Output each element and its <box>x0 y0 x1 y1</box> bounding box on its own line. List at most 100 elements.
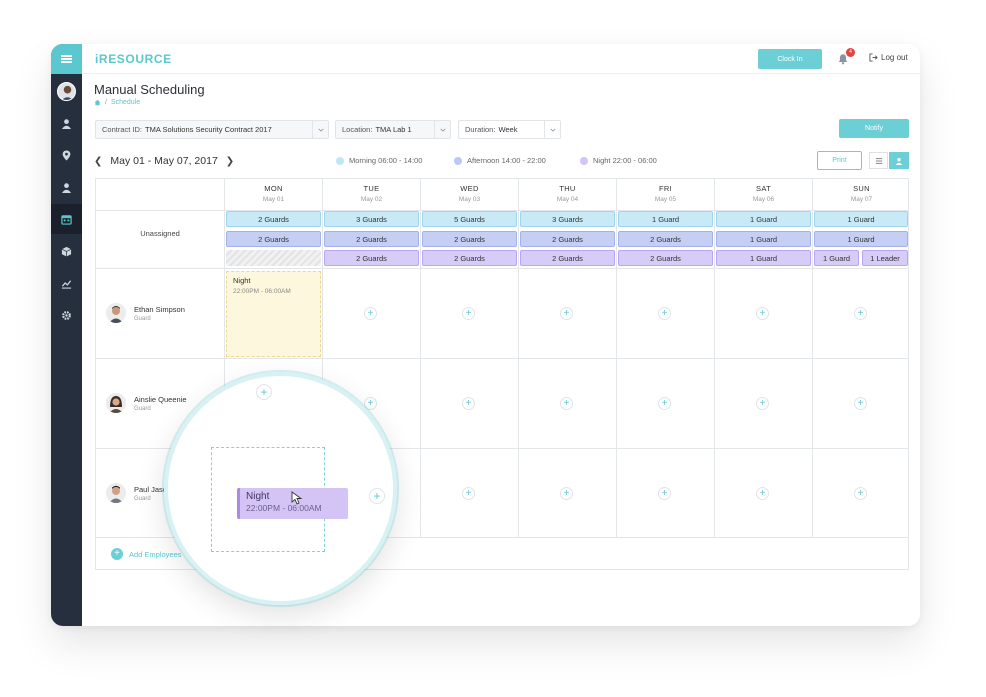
day-name: THU <box>559 184 576 193</box>
add-shift-button[interactable]: + <box>369 488 385 504</box>
shift-pill-morning[interactable]: 3 Guards <box>324 211 419 227</box>
next-week-arrow-icon[interactable]: ❯ <box>226 156 234 167</box>
shift-pill-morning[interactable]: 1 Guard <box>716 211 811 227</box>
shift-pill-night[interactable]: 2 Guards <box>324 250 419 266</box>
add-shift-button[interactable]: + <box>560 307 573 320</box>
shift-pill-night[interactable]: 1 Leader <box>862 250 908 266</box>
location-label: Location: <box>342 125 373 134</box>
user-avatar[interactable] <box>57 82 76 101</box>
shift-pill-afternoon[interactable]: 1 Guard <box>814 231 908 247</box>
cursor-icon <box>291 491 303 505</box>
shift-pill-morning[interactable]: 1 Guard <box>814 211 908 227</box>
add-shift-button[interactable]: + <box>658 397 671 410</box>
shift-pill-morning[interactable]: 2 Guards <box>226 211 321 227</box>
day-header-sat: SAT May 06 <box>715 179 812 210</box>
contract-label: Contract ID: <box>102 125 143 134</box>
shift-pill-night[interactable]: 2 Guards <box>520 250 615 266</box>
shift-pill-afternoon[interactable]: 2 Guards <box>226 231 321 247</box>
breadcrumb-schedule[interactable]: Schedule <box>111 99 140 106</box>
legend-morning-dot <box>336 156 344 165</box>
add-shift-button[interactable]: + <box>364 307 377 320</box>
magnifier-lens: + + Night 22:00PM - 06:00AM <box>164 372 397 605</box>
add-shift-button[interactable]: + <box>364 397 377 410</box>
add-shift-button[interactable]: + <box>756 307 769 320</box>
add-shift-button[interactable]: + <box>658 307 671 320</box>
shift-pill-night[interactable]: 2 Guards <box>618 250 713 266</box>
contract-select[interactable]: Contract ID: TMA Solutions Security Cont… <box>95 120 329 139</box>
user-icon[interactable] <box>51 108 82 138</box>
shift-pill-afternoon[interactable]: 2 Guards <box>520 231 615 247</box>
shift-pill-night[interactable]: 1 Guard <box>814 250 859 266</box>
legend-afternoon-dot <box>454 156 462 165</box>
chart-icon[interactable] <box>51 268 82 298</box>
person-view-icon[interactable] <box>889 152 909 169</box>
add-shift-button[interactable]: + <box>462 487 475 500</box>
location-select[interactable]: Location: TMA Lab 1 <box>335 120 451 139</box>
add-shift-button[interactable]: + <box>256 384 272 400</box>
employee-ethan[interactable]: Ethan Simpson Guard <box>106 303 185 323</box>
shift-title: Night <box>233 276 251 285</box>
add-shift-button[interactable]: + <box>854 487 867 500</box>
employee-paul[interactable]: Paul Jaso Guard <box>106 483 167 503</box>
add-shift-button[interactable]: + <box>756 397 769 410</box>
add-shift-button[interactable]: + <box>560 397 573 410</box>
legend-night-label: Night 22:00 - 06:00 <box>593 156 657 165</box>
menu-icon[interactable] <box>51 44 82 74</box>
avatar <box>106 393 126 413</box>
add-shift-button[interactable]: + <box>854 397 867 410</box>
shift-pill-afternoon[interactable]: 2 Guards <box>324 231 419 247</box>
clock-in-button[interactable]: Clock In <box>758 49 822 69</box>
calendar-icon[interactable] <box>51 204 82 234</box>
add-shift-button[interactable]: + <box>854 307 867 320</box>
prev-week-arrow-icon[interactable]: ❮ <box>94 156 102 167</box>
day-name: MON <box>264 184 283 193</box>
shift-pill-afternoon[interactable]: 2 Guards <box>422 231 517 247</box>
box-icon[interactable] <box>51 236 82 266</box>
location-pin-icon[interactable] <box>51 140 82 170</box>
duration-select[interactable]: Duration: Week <box>458 120 561 139</box>
employee-name: Paul Jaso <box>134 484 167 494</box>
employee-role: Guard <box>134 315 151 322</box>
day-date: May 03 <box>458 196 481 203</box>
legend-afternoon-label: Afternoon 14:00 - 22:00 <box>467 156 546 165</box>
shift-pill-morning[interactable]: 5 Guards <box>422 211 517 227</box>
add-shift-button[interactable]: + <box>560 487 573 500</box>
day-header-sun: SUN May 07 <box>813 179 910 210</box>
assigned-shift-card[interactable]: Night 22:00PM - 06:00AM <box>226 271 321 357</box>
day-header-mon: MON May 01 <box>225 179 322 210</box>
logout-label: Log out <box>881 53 908 62</box>
shift-pill-morning[interactable]: 3 Guards <box>520 211 615 227</box>
shift-pill-morning[interactable]: 1 Guard <box>618 211 713 227</box>
logout-link[interactable]: Log out <box>869 53 908 62</box>
add-shift-button[interactable]: + <box>658 487 671 500</box>
day-name: WED <box>460 184 479 193</box>
chevron-down-icon <box>544 121 560 138</box>
shift-pill-afternoon[interactable]: 2 Guards <box>618 231 713 247</box>
home-icon[interactable] <box>94 99 101 106</box>
shift-pill-night[interactable]: 1 Guard <box>716 250 811 266</box>
add-shift-button[interactable]: + <box>462 307 475 320</box>
legend-night-dot <box>580 156 588 165</box>
person-icon[interactable] <box>51 172 82 202</box>
employee-ainslie[interactable]: Ainslie Queenie Guard <box>106 393 187 413</box>
gear-icon[interactable] <box>51 300 82 330</box>
plus-icon: + <box>111 548 123 560</box>
day-name: TUE <box>363 184 380 193</box>
week-range: May 01 - May 07, 2017 <box>110 155 218 167</box>
breadcrumb-separator: / <box>105 99 107 106</box>
notification-badge: 4 <box>846 48 855 57</box>
shift-pill-afternoon[interactable]: 1 Guard <box>716 231 811 247</box>
day-date: May 05 <box>654 196 677 203</box>
sidebar <box>51 44 82 626</box>
employee-name: Ainslie Queenie <box>134 394 187 404</box>
notify-button[interactable]: Notify <box>839 119 909 138</box>
bell-icon[interactable]: 4 <box>837 48 855 66</box>
add-employees-button[interactable]: + Add Employees <box>111 548 182 560</box>
legend-morning: Morning 06:00 - 14:00 <box>336 156 422 165</box>
shift-pill-night[interactable]: 2 Guards <box>422 250 517 266</box>
print-button[interactable]: Print <box>817 151 862 170</box>
day-header-tue: TUE May 02 <box>323 179 420 210</box>
list-view-icon[interactable] <box>869 152 888 169</box>
add-shift-button[interactable]: + <box>756 487 769 500</box>
add-shift-button[interactable]: + <box>462 397 475 410</box>
